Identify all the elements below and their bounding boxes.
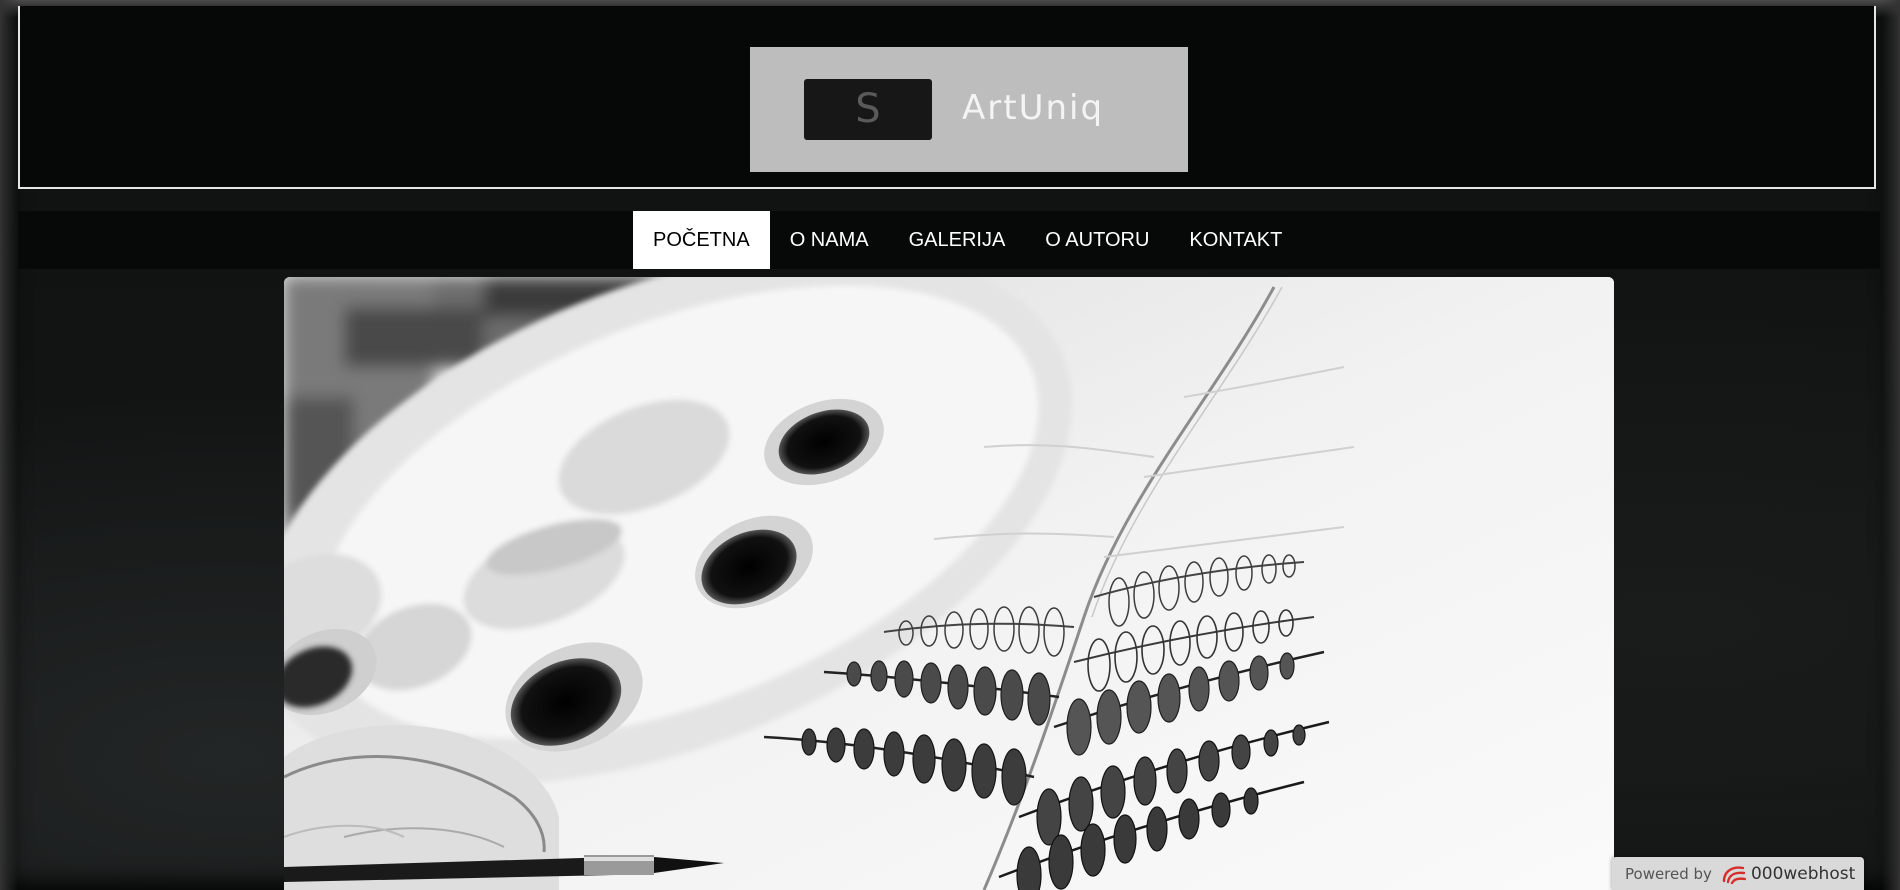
left-shadow	[0, 0, 18, 890]
hero-photo-illustration	[284, 277, 1614, 890]
nav-item-o-nama[interactable]: O NAMA	[770, 211, 889, 269]
hero-image	[284, 277, 1614, 890]
nav-item-o-autoru[interactable]: O AUTORU	[1025, 211, 1169, 269]
logo-name: ArtUniq	[962, 88, 1105, 128]
badge-brand: 000webhost	[1750, 863, 1856, 884]
site-logo[interactable]: S ArtUniq	[750, 47, 1188, 172]
nav-item-pocetna[interactable]: POČETNA	[633, 211, 770, 269]
logo-mark: S	[804, 79, 932, 140]
nav-item-kontakt[interactable]: KONTAKT	[1169, 211, 1302, 269]
nav-list: POČETNA O NAMA GALERIJA O AUTORU KONTAKT	[633, 211, 1302, 269]
badge-prefix: Powered by	[1625, 864, 1712, 883]
main-navigation: POČETNA O NAMA GALERIJA O AUTORU KONTAKT	[18, 211, 1880, 269]
000webhost-swirl-icon	[1722, 865, 1747, 884]
powered-by-badge[interactable]: Powered by 000webhost	[1612, 857, 1864, 890]
right-shadow	[1882, 0, 1900, 890]
site-header: S ArtUniq	[18, 6, 1876, 189]
nav-item-galerija[interactable]: GALERIJA	[889, 211, 1026, 269]
